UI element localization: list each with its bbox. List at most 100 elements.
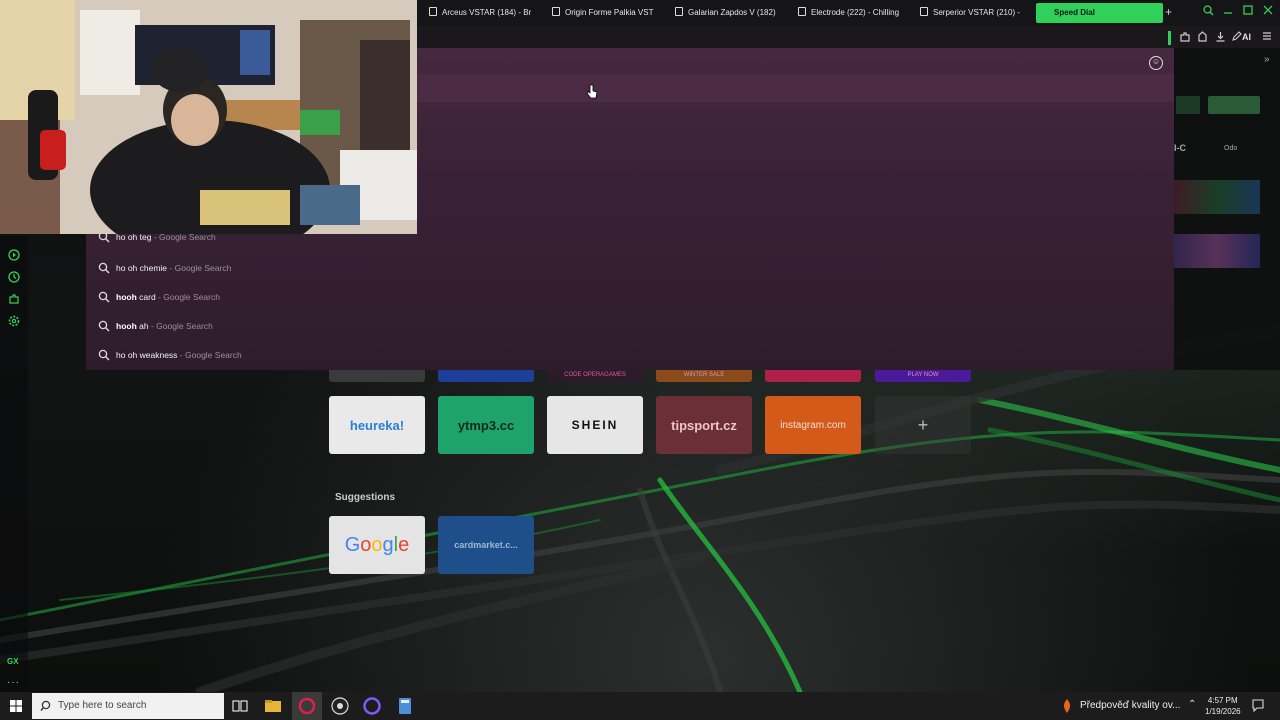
page-icon (798, 7, 806, 16)
peek-code-text: I-C (1174, 143, 1186, 153)
search-icon (40, 700, 51, 711)
tab-palkia[interactable]: Origin Forme Palkia VST (552, 3, 660, 23)
page-icon (552, 7, 560, 16)
ai-button[interactable]: AI (1242, 32, 1251, 42)
suggestion-item[interactable]: hooh ah - Google Search (86, 312, 1174, 341)
speed-dial-tipsport[interactable]: tipsport.cz (656, 396, 752, 454)
clock-time: 4:57 PM (1207, 696, 1238, 705)
minimize-icon[interactable] (1223, 5, 1233, 18)
history-icon[interactable] (7, 271, 21, 285)
tab-label: Origin Forme Palkia VST (565, 8, 654, 17)
extensions-icon[interactable] (7, 293, 21, 307)
speed-dial-instagram[interactable]: instagram.com (765, 396, 861, 454)
speed-dial-strip-3[interactable]: CODE OPERAGAMES (547, 370, 643, 382)
speed-dial-strip-5[interactable] (765, 370, 861, 382)
extensions-puzzle-icon[interactable] (1179, 31, 1190, 45)
speed-dial-strip-4[interactable]: WINTER SALE (656, 370, 752, 382)
screen: I-C Odo » GX ··· CODE OPERAGAMES WINTER … (0, 0, 1280, 720)
close-icon[interactable] (1263, 5, 1273, 18)
focus-indicator (1168, 31, 1171, 45)
tab-label: Electrode (222) - Chilling (811, 8, 900, 17)
tab-label: Serperior VSTAR (210) - (933, 8, 1020, 17)
emoji-icon[interactable]: ☺ (1149, 56, 1163, 70)
search-icon (98, 320, 110, 332)
speed-dial-ytmp3[interactable]: ytmp3.cc (438, 396, 534, 454)
weather-notification[interactable]: Předpověď kvality ov... (1080, 700, 1180, 711)
taskbar-search[interactable]: Type here to search (32, 693, 224, 719)
hand-cursor (586, 84, 598, 99)
gx-logo[interactable]: GX (7, 657, 19, 666)
calculator-icon[interactable] (395, 696, 415, 716)
toolbar: AI (417, 26, 1280, 48)
suggested-cardmarket[interactable]: cardmarket.c... (438, 516, 534, 574)
suggestion-item[interactable]: hooh card - Google Search (86, 283, 1174, 312)
maximize-icon[interactable] (1243, 5, 1253, 18)
peek-block (1176, 96, 1200, 114)
address-bar-input[interactable] (417, 74, 1174, 102)
task-view-icon[interactable] (230, 696, 250, 716)
suggestion-item[interactable]: ho oh weakness - Google Search (86, 341, 1174, 370)
play-icon[interactable] (7, 249, 21, 263)
new-tab-button[interactable]: + (1165, 5, 1172, 19)
opera-gx-icon[interactable] (297, 696, 317, 716)
tab-bar: Arceus VSTAR (184) - Br Origin Forme Pal… (417, 0, 1280, 26)
suggestion-text: hooh card - Google Search (116, 292, 220, 302)
speed-dial-strip-6[interactable]: PLAY NOW (875, 370, 971, 382)
peek-small-text: Odo (1224, 145, 1238, 152)
search-tabs-icon[interactable] (1203, 5, 1214, 19)
suggested-google[interactable]: Google (329, 516, 425, 574)
webcam-overlay (0, 0, 417, 234)
settings-icon[interactable] (7, 315, 21, 329)
tile-label: tipsport.cz (671, 417, 737, 433)
right-peek-panel: I-C Odo » (1174, 48, 1280, 370)
plus-icon: + (917, 414, 929, 435)
weather-alert-icon[interactable] (1060, 698, 1074, 714)
tab-label: Galarian Zapdos V (182) (688, 8, 776, 17)
tile-label: ytmp3.cc (457, 417, 515, 433)
windows-taskbar: Type here to search Předpověď kvality ov… (0, 692, 1280, 720)
peek-button[interactable] (1208, 96, 1260, 114)
snapshot-icon[interactable] (1197, 31, 1208, 45)
search-icon (98, 349, 110, 361)
tile-label: heureka! (349, 417, 405, 433)
collapse-panel-icon[interactable]: » (1264, 54, 1270, 65)
speed-dial-strip-1[interactable] (329, 370, 425, 382)
tile-label: SHEIN (571, 418, 619, 432)
suggestion-item[interactable]: ho oh chemie - Google Search (86, 254, 1174, 283)
speed-dial-strip-2[interactable] (438, 370, 534, 382)
menu-icon[interactable] (1262, 31, 1272, 44)
system-clock[interactable]: 4:57 PM 1/19/2026 (1205, 695, 1241, 717)
tile-label: instagram.com (780, 419, 846, 431)
page-icon (920, 7, 928, 16)
windows-start-icon[interactable] (10, 700, 22, 712)
sidebar-more-icon[interactable]: ··· (7, 677, 20, 688)
file-explorer-icon[interactable] (263, 696, 283, 716)
tab-arceus[interactable]: Arceus VSTAR (184) - Br (429, 3, 539, 23)
tile-label: cardmarket.c... (454, 540, 518, 550)
download-icon[interactable] (1215, 31, 1226, 45)
search-icon (98, 291, 110, 303)
speed-dial-shein[interactable]: SHEIN (547, 396, 643, 454)
page-icon (429, 7, 437, 16)
peek-banner-2 (1174, 234, 1260, 268)
tab-label: Arceus VSTAR (184) - Br (442, 8, 532, 17)
obs-icon[interactable] (330, 696, 350, 716)
suggestion-text: hooh ah - Google Search (116, 321, 213, 331)
tab-serperior[interactable]: Serperior VSTAR (210) - (920, 3, 1025, 23)
tab-label: Speed Dial (1054, 8, 1095, 17)
browser-app-icon[interactable] (362, 696, 382, 716)
suggestion-text: ho oh weakness - Google Search (116, 350, 242, 360)
suggestion-text: ho oh chemie - Google Search (116, 263, 232, 273)
tab-zapdos[interactable]: Galarian Zapdos V (182) (675, 3, 780, 23)
tab-speed-dial[interactable]: Speed Dial (1036, 3, 1163, 23)
notification-center-icon[interactable] (1252, 699, 1264, 712)
clock-date: 1/19/2026 (1205, 707, 1241, 716)
tab-electrode[interactable]: Electrode (222) - Chilling (798, 3, 906, 23)
show-hidden-icons-icon[interactable]: ⌃ (1188, 699, 1196, 710)
browser-sidebar: GX ··· (0, 236, 28, 692)
add-speed-dial-button[interactable]: + (875, 396, 971, 454)
google-logo: Google (344, 533, 410, 556)
speed-dial-heureka[interactable]: heureka! (329, 396, 425, 454)
pen-icon[interactable] (1232, 31, 1242, 44)
search-placeholder: Type here to search (58, 700, 147, 711)
